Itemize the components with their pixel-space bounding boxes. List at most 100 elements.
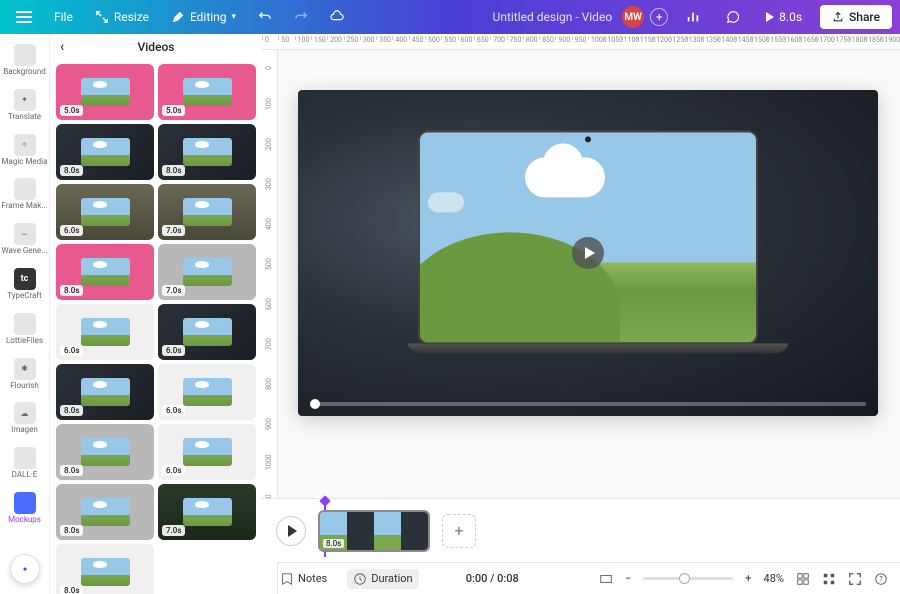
thumb-duration-badge: 7.0s [162,525,185,536]
thumb-duration-badge: 6.0s [162,345,185,356]
rail-imagen[interactable]: ☁Imagen [0,398,49,439]
svg-text:?: ? [879,575,883,583]
upload-icon [832,11,844,23]
video-thumb[interactable]: 6.0s [56,304,154,360]
rail-background[interactable]: Background [0,40,49,81]
play-overlay-button[interactable] [572,237,604,269]
back-button[interactable]: ‹ [60,39,64,55]
video-thumb[interactable]: 5.0s [158,64,256,120]
thumb-duration-badge: 8.0s [60,405,83,416]
videos-panel: ‹ Videos 5.0s5.0s8.0s8.0s6.0s7.0s8.0s7.0… [50,34,262,594]
analytics-button[interactable] [678,5,708,29]
comment-icon [726,10,740,24]
menu-button[interactable] [8,6,40,28]
thumb-duration-badge: 8.0s [60,285,83,296]
document-title[interactable]: Untitled design - Video [493,10,613,24]
rail-frame-maker[interactable]: Frame Mak... [0,174,49,215]
video-thumb[interactable]: 8.0s [56,424,154,480]
thumb-duration-badge: 8.0s [162,165,185,176]
share-button[interactable]: Share [820,5,892,29]
thumb-duration-badge: 6.0s [162,405,185,416]
timeline-play-button[interactable] [276,516,306,546]
play-preview-button[interactable]: 8.0s [758,5,810,29]
help-icon[interactable]: ? [874,572,888,586]
resize-button[interactable]: Resize [87,5,157,29]
cloud-sync-button[interactable] [322,5,352,29]
scrubber[interactable] [310,402,866,406]
video-thumb[interactable]: 5.0s [56,64,154,120]
frame-icon [14,178,36,200]
redo-button[interactable] [286,5,316,29]
notes-button[interactable]: Notes [274,569,333,589]
canvas-area: 0501001502002503003504004505005506006507… [262,34,900,594]
video-thumb[interactable]: 8.0s [56,364,154,420]
grid-icon[interactable] [822,572,836,586]
ruler-horizontal: 0501001502002503003504004505005506006507… [262,34,900,50]
timeline: 8.0s + [262,498,900,562]
zoom-handle[interactable] [679,573,690,584]
thumb-duration-badge: 7.0s [162,225,185,236]
thumb-duration-badge: 5.0s [60,105,83,116]
resize-icon [95,10,109,24]
canvas-stage[interactable] [298,90,878,416]
wave-icon: ~ [14,223,36,245]
flourish-icon: ✱ [14,358,36,380]
fullscreen-icon[interactable] [848,572,862,586]
translate-icon: ✦ [14,89,36,111]
video-thumb[interactable]: 8.0s [56,124,154,180]
magic-fab-button[interactable]: ✦ [10,554,40,584]
video-thumb[interactable]: 8.0s [56,244,154,300]
rail-wave-gen[interactable]: ~Wave Gene... [0,219,49,260]
thumb-duration-badge: 6.0s [60,225,83,236]
avatar[interactable]: MW [622,6,644,28]
undo-button[interactable] [250,5,280,29]
rail-magic-media[interactable]: ✧Magic Media [0,130,49,171]
redo-icon [294,10,308,24]
zoom-slider[interactable] [643,577,733,580]
comment-button[interactable] [718,5,748,29]
video-thumb[interactable]: 6.0s [56,184,154,240]
zoom-out-button[interactable]: − [625,572,631,585]
duration-button[interactable]: Duration [347,569,418,589]
scrubber-handle[interactable] [310,399,320,409]
undo-icon [258,10,272,24]
video-thumb[interactable]: 7.0s [158,244,256,300]
thumb-duration-badge: 6.0s [60,345,83,356]
mockups-icon [14,492,36,514]
rail-dalle[interactable]: DALL·E [0,443,49,484]
rail-mockups[interactable]: Mockups [0,488,49,529]
video-thumb[interactable]: 8.0s [158,124,256,180]
chevron-down-icon: ▾ [232,12,237,22]
video-thumb[interactable]: 6.0s [158,364,256,420]
rail-translate[interactable]: ✦Translate [0,85,49,126]
playback-time: 0:00 / 0:08 [466,572,519,585]
add-member-button[interactable]: + [650,8,668,26]
file-menu[interactable]: File [46,5,81,29]
topbar: File Resize Editing ▾ Untitled design - … [0,0,900,34]
rail-lottie[interactable]: LottieFiles [0,309,49,350]
thumb-duration-badge: 8.0s [60,585,83,594]
imagen-icon: ☁ [14,402,36,424]
panel-title: Videos [138,40,175,54]
video-thumb[interactable]: 8.0s [56,484,154,540]
video-thumb[interactable]: 6.0s [158,304,256,360]
thumb-duration-badge: 8.0s [60,525,83,536]
app-rail: Background ✦Translate ✧Magic Media Frame… [0,34,50,594]
background-icon [14,44,36,66]
rail-typecraft[interactable]: tcTypeCraft [0,264,49,305]
video-thumb[interactable]: 6.0s [158,424,256,480]
view-mode-icon[interactable] [796,572,810,586]
video-thumb[interactable]: 8.0s [56,544,154,594]
video-thumb-grid[interactable]: 5.0s5.0s8.0s8.0s6.0s7.0s8.0s7.0s6.0s6.0s… [50,60,262,594]
play-icon [766,12,774,22]
video-thumb[interactable]: 7.0s [158,184,256,240]
magic-media-icon: ✧ [14,134,36,156]
editing-dropdown[interactable]: Editing ▾ [163,5,244,29]
pages-icon[interactable] [599,572,613,586]
rail-flourish[interactable]: ✱Flourish [0,354,49,395]
zoom-in-button[interactable]: + [745,572,751,585]
clock-icon [353,572,367,586]
video-thumb[interactable]: 7.0s [158,484,256,540]
add-clip-button[interactable]: + [442,514,476,548]
timeline-clip[interactable]: 8.0s [318,510,430,552]
